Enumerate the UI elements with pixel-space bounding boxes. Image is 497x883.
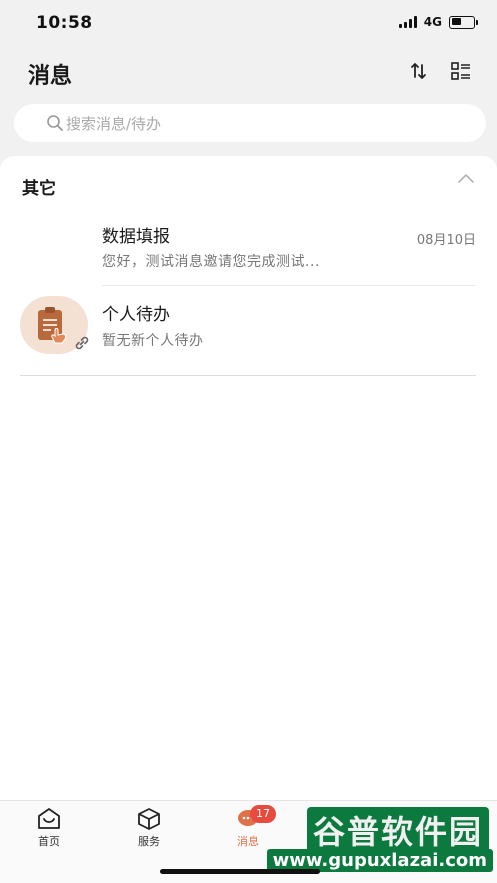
tab-label: 首页 xyxy=(38,835,60,848)
divider xyxy=(20,375,476,376)
tab-mine[interactable] xyxy=(418,807,478,851)
list-icon[interactable] xyxy=(450,60,472,82)
status-bar: 10:58 4G xyxy=(0,0,497,48)
section-title: 其它 xyxy=(22,179,56,199)
message-list-card: 其它 数据填报 08月10日 您好，测试消息邀请您完成测试... 个人待办 暂无… xyxy=(0,156,497,800)
tab-label: 服务 xyxy=(138,835,160,848)
message-date: 08月10日 xyxy=(416,233,476,248)
calendar-icon xyxy=(338,809,358,829)
search-icon xyxy=(47,115,63,131)
message-preview: 暂无新个人待办 xyxy=(102,333,204,349)
messages-screen: 10:58 4G 消息 搜索消息/待办 其它 数据填报 08月10日 您好，测试… xyxy=(0,0,497,883)
list-item-data-report[interactable]: 数据填报 08月10日 您好，测试消息邀请您完成测试... xyxy=(0,208,497,286)
home-icon xyxy=(38,808,60,829)
page-title: 消息 xyxy=(28,64,73,89)
message-preview: 您好，测试消息邀请您完成测试... xyxy=(102,254,320,270)
clipboard-icon xyxy=(38,307,67,344)
message-title: 个人待办 xyxy=(102,305,170,325)
tab-calendar[interactable] xyxy=(318,807,378,851)
status-indicators: 4G xyxy=(398,15,478,29)
tab-messages[interactable]: 消息 17 xyxy=(218,805,278,851)
network-type: 4G xyxy=(423,15,442,29)
cube-icon xyxy=(138,808,160,830)
home-indicator[interactable] xyxy=(160,869,320,874)
link-icon xyxy=(75,336,89,350)
tab-label: 消息 xyxy=(237,835,259,848)
search-placeholder: 搜索消息/待办 xyxy=(66,114,162,133)
tab-service[interactable]: 服务 xyxy=(119,807,179,851)
top-area: 10:58 4G 消息 搜索消息/待办 xyxy=(0,0,497,170)
list-item-personal-todo[interactable]: 个人待办 暂无新个人待办 xyxy=(0,286,497,376)
user-icon xyxy=(438,808,458,830)
search-input[interactable]: 搜索消息/待办 xyxy=(14,104,486,142)
status-time: 10:58 xyxy=(36,13,93,33)
tab-home[interactable]: 首页 xyxy=(19,807,79,851)
sort-icon[interactable] xyxy=(408,60,430,82)
unread-badge: 17 xyxy=(250,805,276,823)
battery-icon xyxy=(449,15,478,29)
message-title: 数据填报 xyxy=(102,227,170,247)
signal-icon xyxy=(398,16,417,28)
chevron-up-icon[interactable] xyxy=(457,172,475,184)
